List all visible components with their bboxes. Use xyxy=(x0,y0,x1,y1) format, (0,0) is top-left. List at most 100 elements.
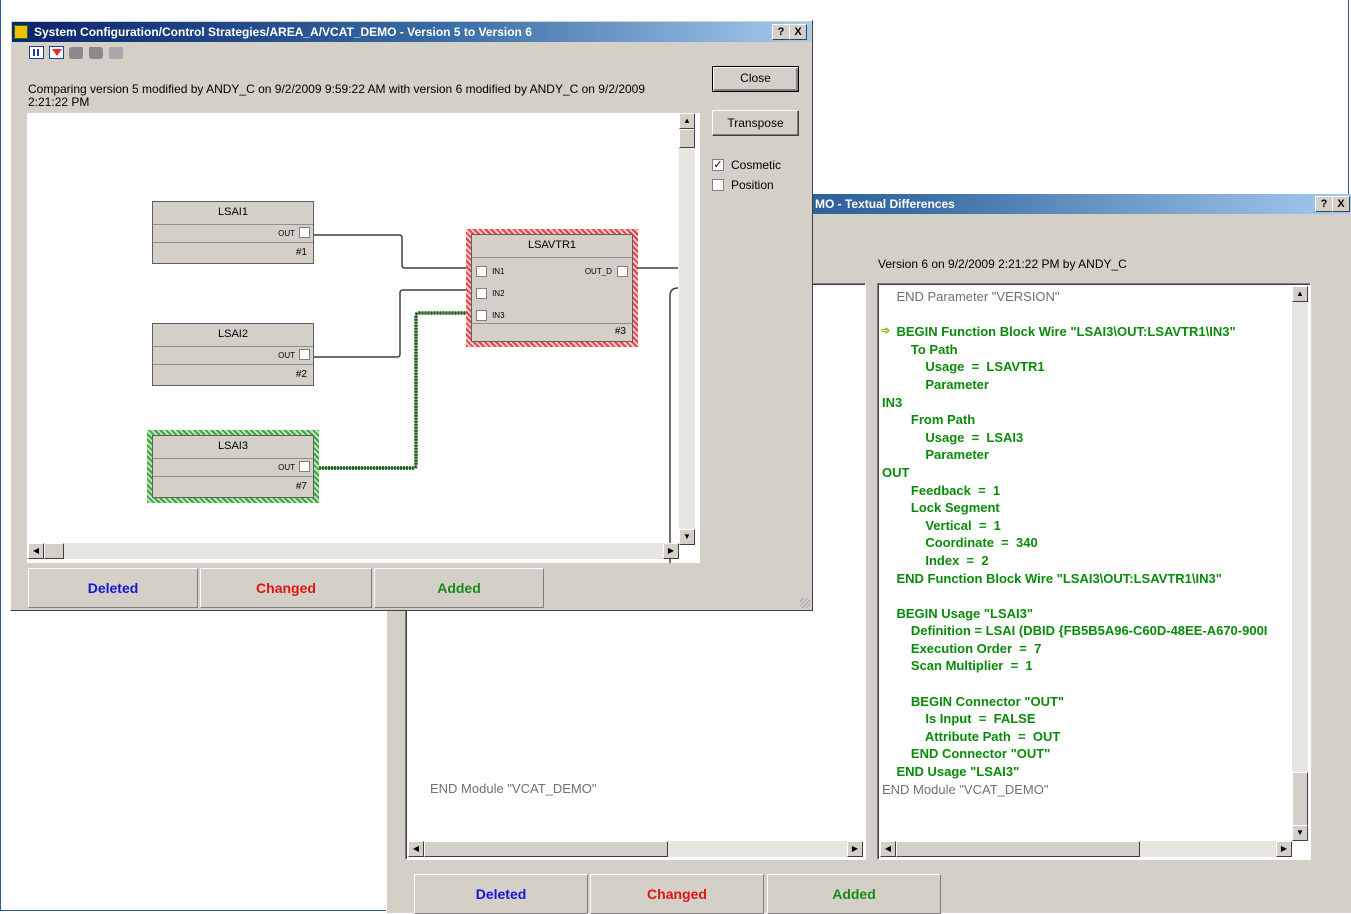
text-window-title: MO - Textual Differences xyxy=(815,197,955,211)
code-line: Lock Segment xyxy=(882,500,1000,516)
version-header: Version 6 on 9/2/2009 2:21:22 PM by ANDY… xyxy=(878,257,1127,271)
right-vertical-scrollbar[interactable]: ▲ ▼ xyxy=(1292,286,1308,841)
position-label: Position xyxy=(731,178,774,192)
app-icon xyxy=(14,25,28,39)
wire-return xyxy=(669,287,679,563)
block-output-row: OUT xyxy=(153,458,313,477)
horizontal-scroll-thumb[interactable] xyxy=(896,841,1140,857)
diagram-canvas[interactable]: LSAI1 OUT #1 LSAI2 OUT #2 LSAI3 OUT #7 L… xyxy=(27,113,700,563)
block-name: LSAI2 xyxy=(153,324,313,347)
code-line: Definition = LSAI (DBID {FB5B5A96-C60D-4… xyxy=(882,623,1268,639)
in3-connector[interactable]: IN3 xyxy=(476,309,505,321)
scroll-left-icon[interactable]: ◀ xyxy=(28,543,44,559)
in3-port[interactable] xyxy=(476,309,487,321)
transpose-button[interactable]: Transpose xyxy=(712,110,799,136)
code-line: BEGIN Usage "LSAI3" xyxy=(882,605,1034,621)
function-block-lsavtr1[interactable]: LSAVTR1 IN1 OUT_D IN2 IN3 #3 xyxy=(471,234,633,342)
function-block-lsai1[interactable]: LSAI1 OUT #1 xyxy=(152,201,314,264)
legend-changed: Changed xyxy=(200,568,372,608)
version-compare-window: System Configuration/Control Strategies/… xyxy=(10,20,813,611)
position-checkbox-box[interactable] xyxy=(712,179,724,191)
next-difference-icon[interactable] xyxy=(89,47,103,59)
code-line: Attribute Path = OUT xyxy=(882,728,1061,744)
help-button[interactable]: ? xyxy=(772,24,790,40)
code-line: END Usage "LSAI3" xyxy=(882,764,1020,780)
in1-label: IN1 xyxy=(492,267,505,276)
function-block-lsai3[interactable]: LSAI3 OUT #7 xyxy=(152,435,314,498)
scroll-right-icon[interactable]: ▶ xyxy=(847,841,863,857)
code-line: Parameter xyxy=(882,376,989,392)
code-line: Usage = LSAI3 xyxy=(882,429,1024,445)
resize-grip-icon[interactable] xyxy=(800,598,810,608)
scroll-up-icon[interactable]: ▲ xyxy=(1292,286,1308,302)
close-x-button[interactable]: X xyxy=(1332,196,1350,212)
code-line: Usage = LSAVTR1 xyxy=(882,359,1045,375)
out-connector-port[interactable] xyxy=(299,227,310,238)
out-d-connector[interactable]: OUT_D xyxy=(585,265,628,277)
code-line: Coordinate = 340 xyxy=(882,535,1038,551)
block-number: #3 xyxy=(614,326,626,337)
scroll-thumb[interactable] xyxy=(424,841,668,857)
block-name: LSAI3 xyxy=(153,436,313,459)
code-line: END Parameter "VERSION" xyxy=(882,289,1060,304)
scroll-down-icon[interactable]: ▼ xyxy=(679,529,695,545)
function-block-lsai2[interactable]: LSAI2 OUT #2 xyxy=(152,323,314,386)
in1-port[interactable] xyxy=(476,265,487,277)
close-button[interactable]: Close xyxy=(712,66,799,92)
cosmetic-checkbox-box[interactable]: ✓ xyxy=(712,159,724,171)
code-line: Feedback = 1 xyxy=(882,482,1001,498)
left-horizontal-scrollbar[interactable]: ◀ ▶ xyxy=(408,841,863,857)
vertical-scroll-thumb[interactable] xyxy=(679,129,695,148)
compare-window-title: System Configuration/Control Strategies/… xyxy=(34,25,532,39)
previous-difference-icon[interactable] xyxy=(69,47,83,59)
wire-lsai3-to-in3 xyxy=(313,311,477,470)
scroll-left-icon[interactable]: ◀ xyxy=(880,841,896,857)
right-horizontal-scrollbar[interactable]: ◀ ▶ xyxy=(880,841,1292,857)
help-button[interactable]: ? xyxy=(1315,196,1333,212)
wire-lsai3-core xyxy=(313,312,477,469)
out-connector-port[interactable] xyxy=(299,349,310,360)
block-divider xyxy=(472,323,632,324)
diagram-horizontal-scrollbar[interactable]: ◀ ▶ xyxy=(28,543,679,559)
scroll-down-icon[interactable]: ▼ xyxy=(1292,825,1308,841)
legend-changed: Changed xyxy=(590,874,764,914)
legend-deleted: Deleted xyxy=(414,874,588,914)
vertical-scroll-thumb[interactable] xyxy=(1292,772,1308,826)
code-line: END Connector "OUT" xyxy=(882,746,1051,762)
scroll-right-icon[interactable]: ▶ xyxy=(663,543,679,559)
diagram-vertical-scrollbar[interactable]: ▲ ▼ xyxy=(679,113,695,545)
scroll-up-icon[interactable]: ▲ xyxy=(679,113,695,129)
code-line: END Module "VCAT_DEMO" xyxy=(882,781,1049,797)
out-d-port[interactable] xyxy=(617,265,628,277)
code-line: Vertical = 1 xyxy=(882,517,1001,533)
filter-icon[interactable] xyxy=(49,46,64,59)
code-line: Index = 2 xyxy=(882,552,989,568)
block-number: #1 xyxy=(295,247,307,258)
code-line: To Path xyxy=(882,341,958,357)
out-connector-port[interactable] xyxy=(299,461,310,472)
scroll-left-icon[interactable]: ◀ xyxy=(408,841,424,857)
in2-port[interactable] xyxy=(476,287,487,299)
close-x-button[interactable]: X xyxy=(789,24,807,40)
out-connector-label: OUT xyxy=(278,463,295,472)
block-number: #2 xyxy=(295,369,307,380)
in2-label: IN2 xyxy=(492,289,505,298)
left-end-module-line: END Module "VCAT_DEMO" xyxy=(430,781,597,796)
legend-added: Added xyxy=(374,568,544,608)
print-icon[interactable] xyxy=(109,47,123,59)
code-line: Parameter xyxy=(882,447,989,463)
out-connector-label: OUT xyxy=(278,351,295,360)
code-line: Scan Multiplier = 1 xyxy=(882,658,1033,674)
right-text-pane[interactable]: ➩ END Parameter "VERSION" BEGIN Function… xyxy=(877,283,1311,860)
block-name: LSAI1 xyxy=(153,202,313,225)
block-name: LSAVTR1 xyxy=(472,235,632,258)
code-line: IN3 xyxy=(882,394,903,410)
code-listing: END Parameter "VERSION" BEGIN Function B… xyxy=(882,288,1292,798)
in1-connector[interactable]: IN1 xyxy=(476,265,505,277)
scroll-right-icon[interactable]: ▶ xyxy=(1276,841,1292,857)
in2-connector[interactable]: IN2 xyxy=(476,287,505,299)
code-line: Is Input = FALSE xyxy=(882,711,1036,727)
columns-icon[interactable] xyxy=(29,46,44,59)
horizontal-scroll-thumb[interactable] xyxy=(44,543,64,559)
